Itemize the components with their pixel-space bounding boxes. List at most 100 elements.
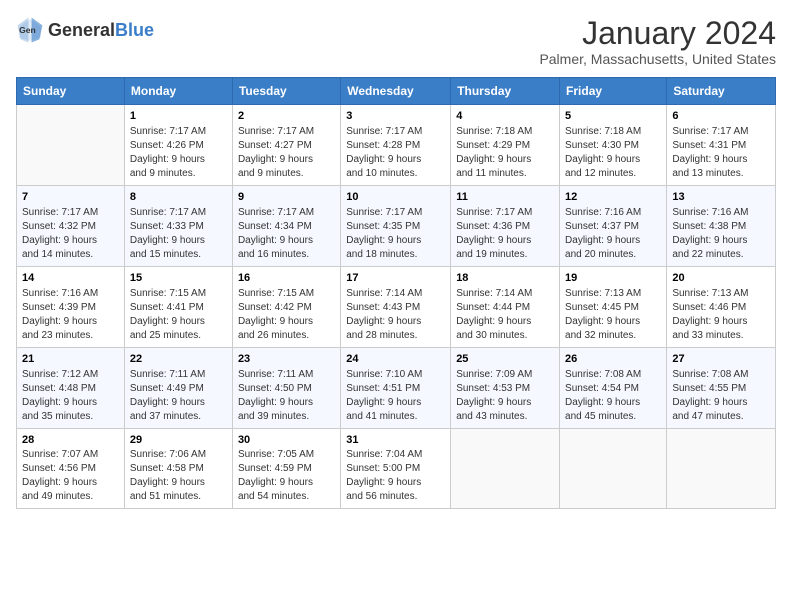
calendar-cell: 23Sunrise: 7:11 AM Sunset: 4:50 PM Dayli…: [232, 347, 340, 428]
date-number: 9: [238, 190, 335, 205]
header: Gen GeneralBlue January 2024 Palmer, Mas…: [16, 16, 776, 67]
calendar-cell: 21Sunrise: 7:12 AM Sunset: 4:48 PM Dayli…: [17, 347, 125, 428]
calendar-cell: 27Sunrise: 7:08 AM Sunset: 4:55 PM Dayli…: [667, 347, 776, 428]
calendar-page: Gen GeneralBlue January 2024 Palmer, Mas…: [0, 0, 792, 612]
calendar-cell: 14Sunrise: 7:16 AM Sunset: 4:39 PM Dayli…: [17, 266, 125, 347]
week-row-1: 1Sunrise: 7:17 AM Sunset: 4:26 PM Daylig…: [17, 105, 776, 186]
date-number: 14: [22, 271, 119, 286]
calendar-cell: 17Sunrise: 7:14 AM Sunset: 4:43 PM Dayli…: [341, 266, 451, 347]
date-number: 16: [238, 271, 335, 286]
cell-info: Sunrise: 7:08 AM Sunset: 4:54 PM Dayligh…: [565, 368, 661, 424]
cell-info: Sunrise: 7:13 AM Sunset: 4:46 PM Dayligh…: [672, 287, 770, 343]
calendar-cell: 22Sunrise: 7:11 AM Sunset: 4:49 PM Dayli…: [124, 347, 232, 428]
subtitle: Palmer, Massachusetts, United States: [539, 51, 776, 67]
cell-info: Sunrise: 7:16 AM Sunset: 4:39 PM Dayligh…: [22, 287, 119, 343]
logo-text: GeneralBlue: [48, 20, 154, 41]
cell-info: Sunrise: 7:17 AM Sunset: 4:28 PM Dayligh…: [346, 125, 445, 181]
date-number: 3: [346, 109, 445, 124]
column-header-sunday: Sunday: [17, 78, 125, 105]
cell-info: Sunrise: 7:14 AM Sunset: 4:44 PM Dayligh…: [456, 287, 554, 343]
cell-info: Sunrise: 7:12 AM Sunset: 4:48 PM Dayligh…: [22, 368, 119, 424]
cell-info: Sunrise: 7:05 AM Sunset: 4:59 PM Dayligh…: [238, 448, 335, 504]
date-number: 28: [22, 433, 119, 448]
calendar-cell: 25Sunrise: 7:09 AM Sunset: 4:53 PM Dayli…: [451, 347, 560, 428]
logo: Gen GeneralBlue: [16, 16, 154, 44]
date-number: 10: [346, 190, 445, 205]
calendar-cell: 5Sunrise: 7:18 AM Sunset: 4:30 PM Daylig…: [560, 105, 667, 186]
cell-info: Sunrise: 7:17 AM Sunset: 4:36 PM Dayligh…: [456, 206, 554, 262]
cell-info: Sunrise: 7:17 AM Sunset: 4:32 PM Dayligh…: [22, 206, 119, 262]
date-number: 4: [456, 109, 554, 124]
calendar-body: 1Sunrise: 7:17 AM Sunset: 4:26 PM Daylig…: [17, 105, 776, 509]
cell-info: Sunrise: 7:16 AM Sunset: 4:38 PM Dayligh…: [672, 206, 770, 262]
main-title: January 2024: [539, 16, 776, 51]
calendar-cell: 16Sunrise: 7:15 AM Sunset: 4:42 PM Dayli…: [232, 266, 340, 347]
cell-info: Sunrise: 7:16 AM Sunset: 4:37 PM Dayligh…: [565, 206, 661, 262]
header-row: SundayMondayTuesdayWednesdayThursdayFrid…: [17, 78, 776, 105]
date-number: 1: [130, 109, 227, 124]
column-header-wednesday: Wednesday: [341, 78, 451, 105]
calendar-header: SundayMondayTuesdayWednesdayThursdayFrid…: [17, 78, 776, 105]
cell-info: Sunrise: 7:13 AM Sunset: 4:45 PM Dayligh…: [565, 287, 661, 343]
date-number: 20: [672, 271, 770, 286]
column-header-friday: Friday: [560, 78, 667, 105]
calendar-cell: 24Sunrise: 7:10 AM Sunset: 4:51 PM Dayli…: [341, 347, 451, 428]
cell-info: Sunrise: 7:04 AM Sunset: 5:00 PM Dayligh…: [346, 448, 445, 504]
column-header-tuesday: Tuesday: [232, 78, 340, 105]
cell-info: Sunrise: 7:18 AM Sunset: 4:30 PM Dayligh…: [565, 125, 661, 181]
date-number: 13: [672, 190, 770, 205]
column-header-thursday: Thursday: [451, 78, 560, 105]
cell-info: Sunrise: 7:17 AM Sunset: 4:31 PM Dayligh…: [672, 125, 770, 181]
cell-info: Sunrise: 7:14 AM Sunset: 4:43 PM Dayligh…: [346, 287, 445, 343]
calendar-cell: 26Sunrise: 7:08 AM Sunset: 4:54 PM Dayli…: [560, 347, 667, 428]
date-number: 31: [346, 433, 445, 448]
calendar-cell: 13Sunrise: 7:16 AM Sunset: 4:38 PM Dayli…: [667, 186, 776, 267]
cell-info: Sunrise: 7:17 AM Sunset: 4:35 PM Dayligh…: [346, 206, 445, 262]
calendar-cell: 30Sunrise: 7:05 AM Sunset: 4:59 PM Dayli…: [232, 428, 340, 509]
calendar-cell: 20Sunrise: 7:13 AM Sunset: 4:46 PM Dayli…: [667, 266, 776, 347]
cell-info: Sunrise: 7:10 AM Sunset: 4:51 PM Dayligh…: [346, 368, 445, 424]
date-number: 18: [456, 271, 554, 286]
cell-info: Sunrise: 7:07 AM Sunset: 4:56 PM Dayligh…: [22, 448, 119, 504]
week-row-5: 28Sunrise: 7:07 AM Sunset: 4:56 PM Dayli…: [17, 428, 776, 509]
date-number: 12: [565, 190, 661, 205]
calendar-cell: 12Sunrise: 7:16 AM Sunset: 4:37 PM Dayli…: [560, 186, 667, 267]
title-block: January 2024 Palmer, Massachusetts, Unit…: [539, 16, 776, 67]
calendar-table: SundayMondayTuesdayWednesdayThursdayFrid…: [16, 77, 776, 509]
column-header-saturday: Saturday: [667, 78, 776, 105]
date-number: 26: [565, 352, 661, 367]
calendar-cell: 8Sunrise: 7:17 AM Sunset: 4:33 PM Daylig…: [124, 186, 232, 267]
svg-text:Gen: Gen: [19, 25, 36, 35]
calendar-cell: 18Sunrise: 7:14 AM Sunset: 4:44 PM Dayli…: [451, 266, 560, 347]
cell-info: Sunrise: 7:11 AM Sunset: 4:50 PM Dayligh…: [238, 368, 335, 424]
calendar-cell: [17, 105, 125, 186]
date-number: 6: [672, 109, 770, 124]
date-number: 19: [565, 271, 661, 286]
date-number: 15: [130, 271, 227, 286]
calendar-cell: 10Sunrise: 7:17 AM Sunset: 4:35 PM Dayli…: [341, 186, 451, 267]
date-number: 30: [238, 433, 335, 448]
calendar-cell: 7Sunrise: 7:17 AM Sunset: 4:32 PM Daylig…: [17, 186, 125, 267]
cell-info: Sunrise: 7:17 AM Sunset: 4:26 PM Dayligh…: [130, 125, 227, 181]
date-number: 24: [346, 352, 445, 367]
calendar-cell: [451, 428, 560, 509]
calendar-cell: [560, 428, 667, 509]
cell-info: Sunrise: 7:18 AM Sunset: 4:29 PM Dayligh…: [456, 125, 554, 181]
week-row-3: 14Sunrise: 7:16 AM Sunset: 4:39 PM Dayli…: [17, 266, 776, 347]
week-row-2: 7Sunrise: 7:17 AM Sunset: 4:32 PM Daylig…: [17, 186, 776, 267]
cell-info: Sunrise: 7:11 AM Sunset: 4:49 PM Dayligh…: [130, 368, 227, 424]
cell-info: Sunrise: 7:15 AM Sunset: 4:42 PM Dayligh…: [238, 287, 335, 343]
cell-info: Sunrise: 7:09 AM Sunset: 4:53 PM Dayligh…: [456, 368, 554, 424]
date-number: 27: [672, 352, 770, 367]
calendar-cell: 1Sunrise: 7:17 AM Sunset: 4:26 PM Daylig…: [124, 105, 232, 186]
calendar-cell: 29Sunrise: 7:06 AM Sunset: 4:58 PM Dayli…: [124, 428, 232, 509]
cell-info: Sunrise: 7:17 AM Sunset: 4:27 PM Dayligh…: [238, 125, 335, 181]
date-number: 8: [130, 190, 227, 205]
date-number: 11: [456, 190, 554, 205]
calendar-cell: 2Sunrise: 7:17 AM Sunset: 4:27 PM Daylig…: [232, 105, 340, 186]
date-number: 21: [22, 352, 119, 367]
calendar-cell: 31Sunrise: 7:04 AM Sunset: 5:00 PM Dayli…: [341, 428, 451, 509]
logo-icon: Gen: [16, 16, 44, 44]
date-number: 22: [130, 352, 227, 367]
date-number: 17: [346, 271, 445, 286]
